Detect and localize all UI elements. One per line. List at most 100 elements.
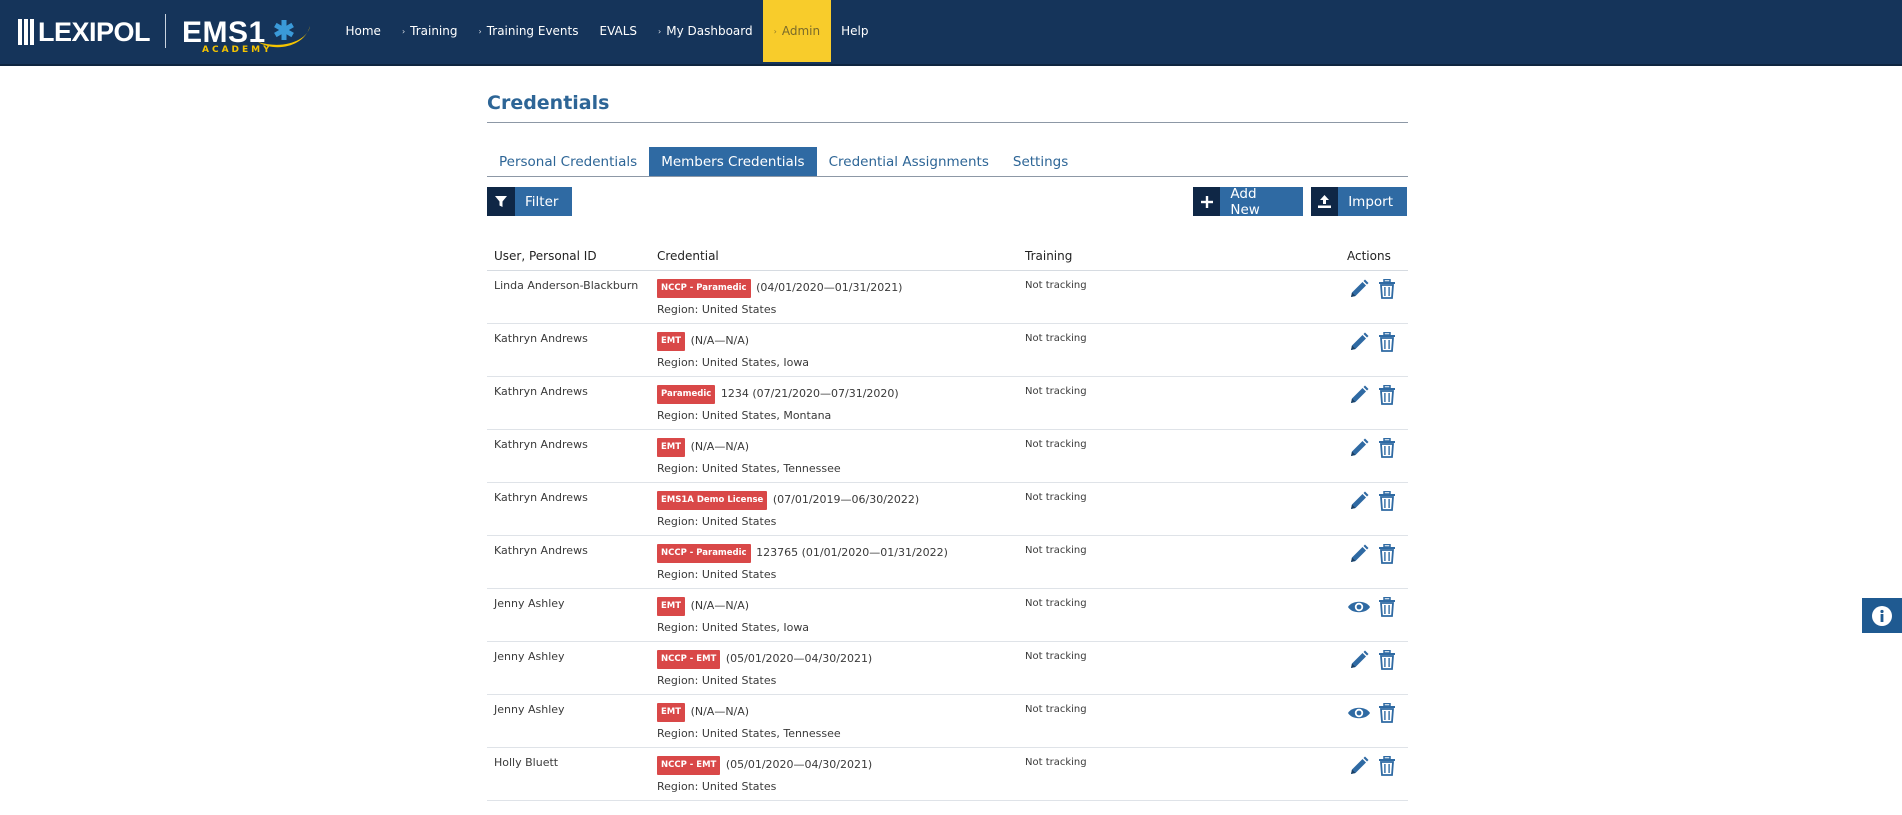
credential-cell: NCCP - EMT (05/01/2020—04/30/2021): [657, 756, 872, 775]
credential-region: Region: United States: [657, 303, 777, 316]
row-actions: [1347, 542, 1399, 566]
nav-item-label: Help: [841, 24, 869, 38]
credential-detail: (N/A—N/A): [690, 705, 750, 718]
trash-icon[interactable]: [1375, 701, 1399, 725]
main-nav: Home › Training › Training Events EVALS › My Da…: [335, 0, 879, 62]
logo-divider: [165, 14, 166, 48]
edit-icon[interactable]: [1347, 648, 1371, 672]
credential-cell: EMS1A Demo License (07/01/2019—06/30/202…: [657, 491, 919, 510]
lexipol-logo[interactable]: LEXIPOL: [18, 14, 151, 50]
import-button[interactable]: Import: [1311, 187, 1407, 216]
credential-detail: (07/01/2019—06/30/2022): [772, 493, 920, 506]
table-row: Linda Anderson-Blackburn NCCP - Paramedic…: [487, 271, 1408, 324]
header-actions: Actions: [1347, 249, 1391, 263]
edit-icon[interactable]: [1347, 330, 1371, 354]
credential-cell: EMT (N/A—N/A): [657, 597, 749, 616]
training-status: Not tracking: [1025, 492, 1087, 503]
nav-item-label: EVALS: [599, 24, 638, 38]
tab-personal-credentials[interactable]: Personal Credentials: [487, 147, 649, 176]
credential-detail: (N/A—N/A): [690, 334, 750, 347]
chevron-right-icon: ›: [773, 26, 777, 36]
user-name: Kathryn Andrews: [494, 385, 588, 398]
header-training: Training: [1025, 249, 1073, 263]
user-name: Holly Bluett: [494, 756, 559, 769]
credential-badge: NCCP - EMT: [657, 756, 721, 775]
credential-detail: (05/01/2020—04/30/2021): [725, 652, 873, 665]
nav-item-admin[interactable]: › Admin: [763, 0, 831, 62]
row-actions: [1347, 383, 1399, 407]
credential-badge: NCCP - Paramedic: [657, 544, 751, 563]
user-name: Jenny Ashley: [494, 703, 565, 716]
chevron-right-icon: ›: [478, 26, 482, 36]
trash-icon[interactable]: [1375, 489, 1399, 513]
view-icon[interactable]: [1347, 595, 1371, 619]
import-button-label: Import: [1338, 187, 1407, 216]
table-row: Holly Bluett NCCP - EMT (05/01/2020—04/30…: [487, 748, 1408, 801]
credential-cell: NCCP - Paramedic 123765 (01/01/2020—01/3…: [657, 544, 948, 563]
training-status: Not tracking: [1025, 598, 1087, 609]
row-actions: [1347, 648, 1399, 672]
nav-item-help[interactable]: Help: [831, 0, 879, 62]
nav-item-home[interactable]: Home: [335, 0, 391, 62]
edit-icon[interactable]: [1347, 489, 1371, 513]
credential-badge: Paramedic: [657, 385, 716, 404]
credential-region: Region: United States, Montana: [657, 409, 832, 422]
training-status: Not tracking: [1025, 280, 1087, 291]
nav-item-my-dashboard[interactable]: › My Dashboard: [648, 0, 764, 62]
credential-region: Region: United States: [657, 674, 777, 687]
table-row: Jenny Ashley EMT (N/A—N/A) Region: United …: [487, 695, 1408, 748]
lexipol-pillars-icon: [18, 19, 34, 45]
nav-item-label: Training: [410, 24, 458, 38]
credential-region: Region: United States, Tennessee: [657, 727, 841, 740]
user-name: Jenny Ashley: [494, 597, 565, 610]
training-status: Not tracking: [1025, 704, 1087, 715]
view-icon[interactable]: [1347, 701, 1371, 725]
table-row: Kathryn Andrews EMT (N/A—N/A) Region: Unit…: [487, 324, 1408, 377]
credential-cell: EMT (N/A—N/A): [657, 332, 749, 351]
trash-icon[interactable]: [1375, 277, 1399, 301]
ems1-academy-logo[interactable]: EMS1 ACADEMY: [180, 8, 312, 55]
nav-item-label: Training Events: [486, 24, 579, 38]
trash-icon[interactable]: [1375, 542, 1399, 566]
trash-icon[interactable]: [1375, 383, 1399, 407]
credential-badge: EMT: [657, 597, 686, 616]
trash-icon[interactable]: [1375, 330, 1399, 354]
edit-icon[interactable]: [1347, 383, 1371, 407]
credential-cell: NCCP - EMT (05/01/2020—04/30/2021): [657, 650, 872, 669]
info-button[interactable]: [1862, 598, 1902, 633]
edit-icon[interactable]: [1347, 436, 1371, 460]
trash-icon[interactable]: [1375, 754, 1399, 778]
edit-icon[interactable]: [1347, 277, 1371, 301]
page-title: Credentials: [487, 92, 610, 114]
add-new-button-label: Add New: [1220, 186, 1303, 218]
header-user: User, Personal ID: [494, 249, 597, 263]
credential-detail: (04/01/2020—01/31/2021): [756, 281, 903, 294]
edit-icon[interactable]: [1347, 542, 1371, 566]
edit-icon[interactable]: [1347, 754, 1371, 778]
row-actions: [1347, 754, 1399, 778]
tab-credential-assignments[interactable]: Credential Assignments: [817, 147, 1001, 176]
nav-item-label: Admin: [781, 24, 821, 38]
training-status: Not tracking: [1025, 651, 1087, 662]
row-actions: [1347, 330, 1399, 354]
nav-item-evals[interactable]: EVALS: [589, 0, 648, 62]
trash-icon[interactable]: [1375, 595, 1399, 619]
trash-icon[interactable]: [1375, 436, 1399, 460]
credential-cell: EMT (N/A—N/A): [657, 438, 749, 457]
table-row: Kathryn Andrews Paramedic 1234 (07/21/202…: [487, 377, 1408, 430]
add-new-button[interactable]: Add New: [1193, 186, 1303, 218]
nav-item-training-events[interactable]: › Training Events: [468, 0, 589, 62]
credential-region: Region: United States, Tennessee: [657, 462, 841, 475]
user-name: Kathryn Andrews: [494, 332, 588, 345]
training-status: Not tracking: [1025, 757, 1087, 768]
credential-detail: 123765 (01/01/2020—01/31/2022): [756, 546, 948, 559]
user-name: Kathryn Andrews: [494, 491, 588, 504]
tab-members-credentials[interactable]: Members Credentials: [649, 147, 817, 176]
academy-wordmark: ACADEMY: [202, 45, 273, 55]
credential-cell: Paramedic 1234 (07/21/2020—07/31/2020): [657, 385, 899, 404]
credentials-table-body: Linda Anderson-Blackburn NCCP - Paramedic…: [487, 271, 1408, 801]
nav-item-training[interactable]: › Training: [391, 0, 468, 62]
filter-button[interactable]: Filter: [487, 187, 573, 216]
tab-settings[interactable]: Settings: [1001, 147, 1080, 176]
trash-icon[interactable]: [1375, 648, 1399, 672]
